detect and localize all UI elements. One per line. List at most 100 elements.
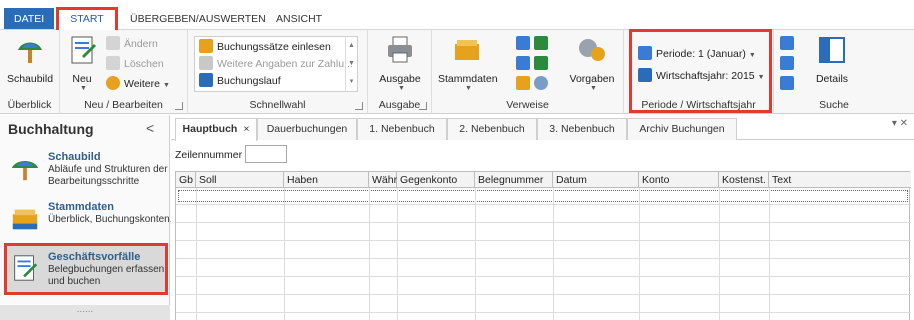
col-datum[interactable]: Datum bbox=[553, 172, 639, 188]
grid-header: Gb Soll Haben Währ Gegenkonto Belegnumme… bbox=[176, 172, 911, 188]
col-belegnummer[interactable]: Belegnummer bbox=[475, 172, 553, 188]
tab-nebenbuch-3[interactable]: 3. Nebenbuch bbox=[537, 118, 627, 140]
pane-controls[interactable]: ▾ ✕ bbox=[892, 118, 908, 129]
ausgabe-caret-icon: ▼ bbox=[398, 85, 405, 92]
tab-nebenbuch-1[interactable]: 1. Nebenbuch bbox=[357, 118, 447, 140]
sort-icon[interactable] bbox=[780, 76, 794, 90]
zeilennummer-input[interactable] bbox=[245, 145, 287, 163]
weitere-label: Weitere bbox=[124, 78, 160, 90]
schnellwahl-item-3[interactable]: Buchungslauf bbox=[199, 73, 281, 89]
neu-dialog-launcher-icon[interactable] bbox=[175, 102, 183, 110]
tab-archiv-buchungen[interactable]: Archiv Buchungen bbox=[627, 118, 737, 140]
vorgaben-icon bbox=[579, 39, 605, 61]
zeilennummer-label: Zeilennummer bbox=[175, 149, 243, 161]
find-icon[interactable] bbox=[780, 36, 794, 50]
grid-col-divider bbox=[475, 188, 476, 320]
grid-col-divider bbox=[719, 188, 720, 320]
weitere-button[interactable]: Weitere ▼ bbox=[106, 76, 170, 92]
booking-grid: Gb Soll Haben Währ Gegenkonto Belegnumme… bbox=[175, 171, 911, 320]
group-schnellwahl: Buchungssätze einlesen Weitere Angaben z… bbox=[188, 30, 368, 114]
grid-row-divider bbox=[176, 204, 911, 205]
vorgaben-caret-icon: ▼ bbox=[590, 85, 597, 92]
periode-highlight-box bbox=[629, 29, 772, 113]
sidebar-grip[interactable]: ...... bbox=[0, 305, 170, 320]
group-label-ueberblick: Überblick bbox=[7, 99, 52, 111]
menu-tab-uebergeben[interactable]: ÜBERGEBEN/AUSWERTEN bbox=[122, 8, 274, 30]
details-label: Details bbox=[815, 73, 849, 85]
col-gegenkonto[interactable]: Gegenkonto bbox=[397, 172, 475, 188]
loeschen-button[interactable]: Löschen bbox=[106, 56, 164, 72]
grid-row-divider bbox=[176, 222, 911, 223]
sidebar: Buchhaltung < Schaubild Abläufe und Stru… bbox=[0, 115, 173, 320]
ausgabe-label: Ausgabe bbox=[379, 73, 421, 85]
stammdaten-button[interactable]: Stammdaten ▼ bbox=[438, 34, 498, 92]
schaubild-icon bbox=[18, 42, 42, 63]
menu-tab-ansicht[interactable]: ANSICHT bbox=[268, 8, 330, 30]
new-document-icon bbox=[71, 36, 96, 64]
gallery-scroll[interactable]: ▲ ▼ ▾ bbox=[345, 37, 357, 91]
calculator-icon[interactable] bbox=[516, 56, 530, 70]
ribbon: Schaubild Überblick Neu ▼ Ändern Löschen… bbox=[0, 30, 914, 114]
grid-col-divider bbox=[397, 188, 398, 320]
sidebar-item-geschaeftsvorfaelle[interactable]: Geschäftsvorfälle Belegbuchungen erfasse… bbox=[10, 251, 164, 291]
grid-col-divider bbox=[769, 188, 770, 320]
group-label-verweise: Verweise bbox=[506, 99, 549, 111]
printer-icon bbox=[388, 36, 412, 63]
schaubild-tree-icon bbox=[11, 160, 39, 181]
col-kostenst[interactable]: Kostenst. bbox=[719, 172, 769, 188]
neu-button[interactable]: Neu ▼ bbox=[66, 34, 98, 92]
grid-col-divider bbox=[639, 188, 640, 320]
filter-icon[interactable] bbox=[780, 56, 794, 70]
grid-col-divider bbox=[369, 188, 370, 320]
group-neu-bearbeiten: Neu ▼ Ändern Löschen Weitere ▼ Neu / Bear… bbox=[60, 30, 188, 114]
menu-tab-datei[interactable]: DATEI bbox=[4, 8, 55, 29]
schnellwahl-item-2[interactable]: Weitere Angaben zur Zahlu... bbox=[199, 56, 353, 72]
col-text[interactable]: Text bbox=[769, 172, 911, 188]
table-icon[interactable] bbox=[516, 36, 530, 50]
tab-dauerbuchungen[interactable]: Dauerbuchungen bbox=[257, 118, 357, 140]
col-konto[interactable]: Konto bbox=[639, 172, 719, 188]
sidebar-item-stammdaten[interactable]: Stammdaten Überblick, Buchungskonten, bbox=[10, 201, 173, 241]
gear-icon[interactable] bbox=[534, 76, 548, 90]
details-button[interactable]: Details bbox=[808, 34, 856, 85]
col-gb[interactable]: Gb bbox=[176, 172, 196, 188]
ausgabe-button[interactable]: Ausgabe ▼ bbox=[376, 34, 424, 92]
ausgabe-dialog-launcher-icon[interactable] bbox=[419, 102, 427, 110]
settings-icon[interactable] bbox=[516, 76, 530, 90]
menu-tab-start[interactable]: START bbox=[56, 7, 118, 30]
group-label-neu: Neu / Bearbeiten bbox=[84, 99, 163, 111]
schaubild-button[interactable]: Schaubild bbox=[4, 34, 56, 85]
group-ueberblick: Schaubild Überblick bbox=[0, 30, 60, 114]
aendern-label: Ändern bbox=[124, 38, 158, 50]
import-icon bbox=[199, 39, 213, 53]
loeschen-label: Löschen bbox=[124, 58, 164, 70]
sidebar-item-geschaeftsvorfaelle-head: Geschäftsvorfälle bbox=[48, 251, 141, 263]
chart-icon[interactable] bbox=[534, 56, 548, 70]
weitere-caret-icon: ▼ bbox=[163, 82, 170, 89]
grid-row-divider bbox=[176, 294, 911, 295]
tab-hauptbuch[interactable]: Hauptbuch × bbox=[175, 118, 257, 141]
sidebar-item-stammdaten-desc: Überblick, Buchungskonten, bbox=[48, 214, 173, 225]
col-haben[interactable]: Haben bbox=[284, 172, 369, 188]
sidebar-item-schaubild[interactable]: Schaubild Abläufe und Strukturen der Bea… bbox=[10, 151, 168, 191]
grid-col-divider bbox=[284, 188, 285, 320]
grid-col-divider bbox=[196, 188, 197, 320]
schnellwahl-dialog-launcher-icon[interactable] bbox=[355, 102, 363, 110]
col-waehr[interactable]: Währ bbox=[369, 172, 397, 188]
aendern-button[interactable]: Ändern bbox=[106, 36, 158, 52]
vorgaben-button[interactable]: Vorgaben ▼ bbox=[566, 34, 618, 92]
stammdaten-icon bbox=[455, 40, 479, 60]
neu-caret-icon: ▼ bbox=[80, 85, 87, 92]
bookmark-icon[interactable] bbox=[534, 36, 548, 50]
sidebar-item-schaubild-head: Schaubild bbox=[48, 151, 101, 163]
tab-close-icon[interactable]: × bbox=[243, 123, 249, 135]
sidebar-collapse-icon[interactable]: < bbox=[146, 120, 154, 136]
sidebar-title: Buchhaltung bbox=[8, 121, 94, 137]
grid-focus-row[interactable] bbox=[178, 190, 908, 202]
schnellwahl-item-1[interactable]: Buchungssätze einlesen bbox=[199, 39, 331, 55]
main-pane: Hauptbuch × Dauerbuchungen 1. Nebenbuch 2… bbox=[171, 115, 914, 320]
neu-label: Neu bbox=[72, 73, 92, 85]
col-soll[interactable]: Soll bbox=[196, 172, 284, 188]
grid-row-divider bbox=[176, 276, 911, 277]
tab-nebenbuch-2[interactable]: 2. Nebenbuch bbox=[447, 118, 537, 140]
